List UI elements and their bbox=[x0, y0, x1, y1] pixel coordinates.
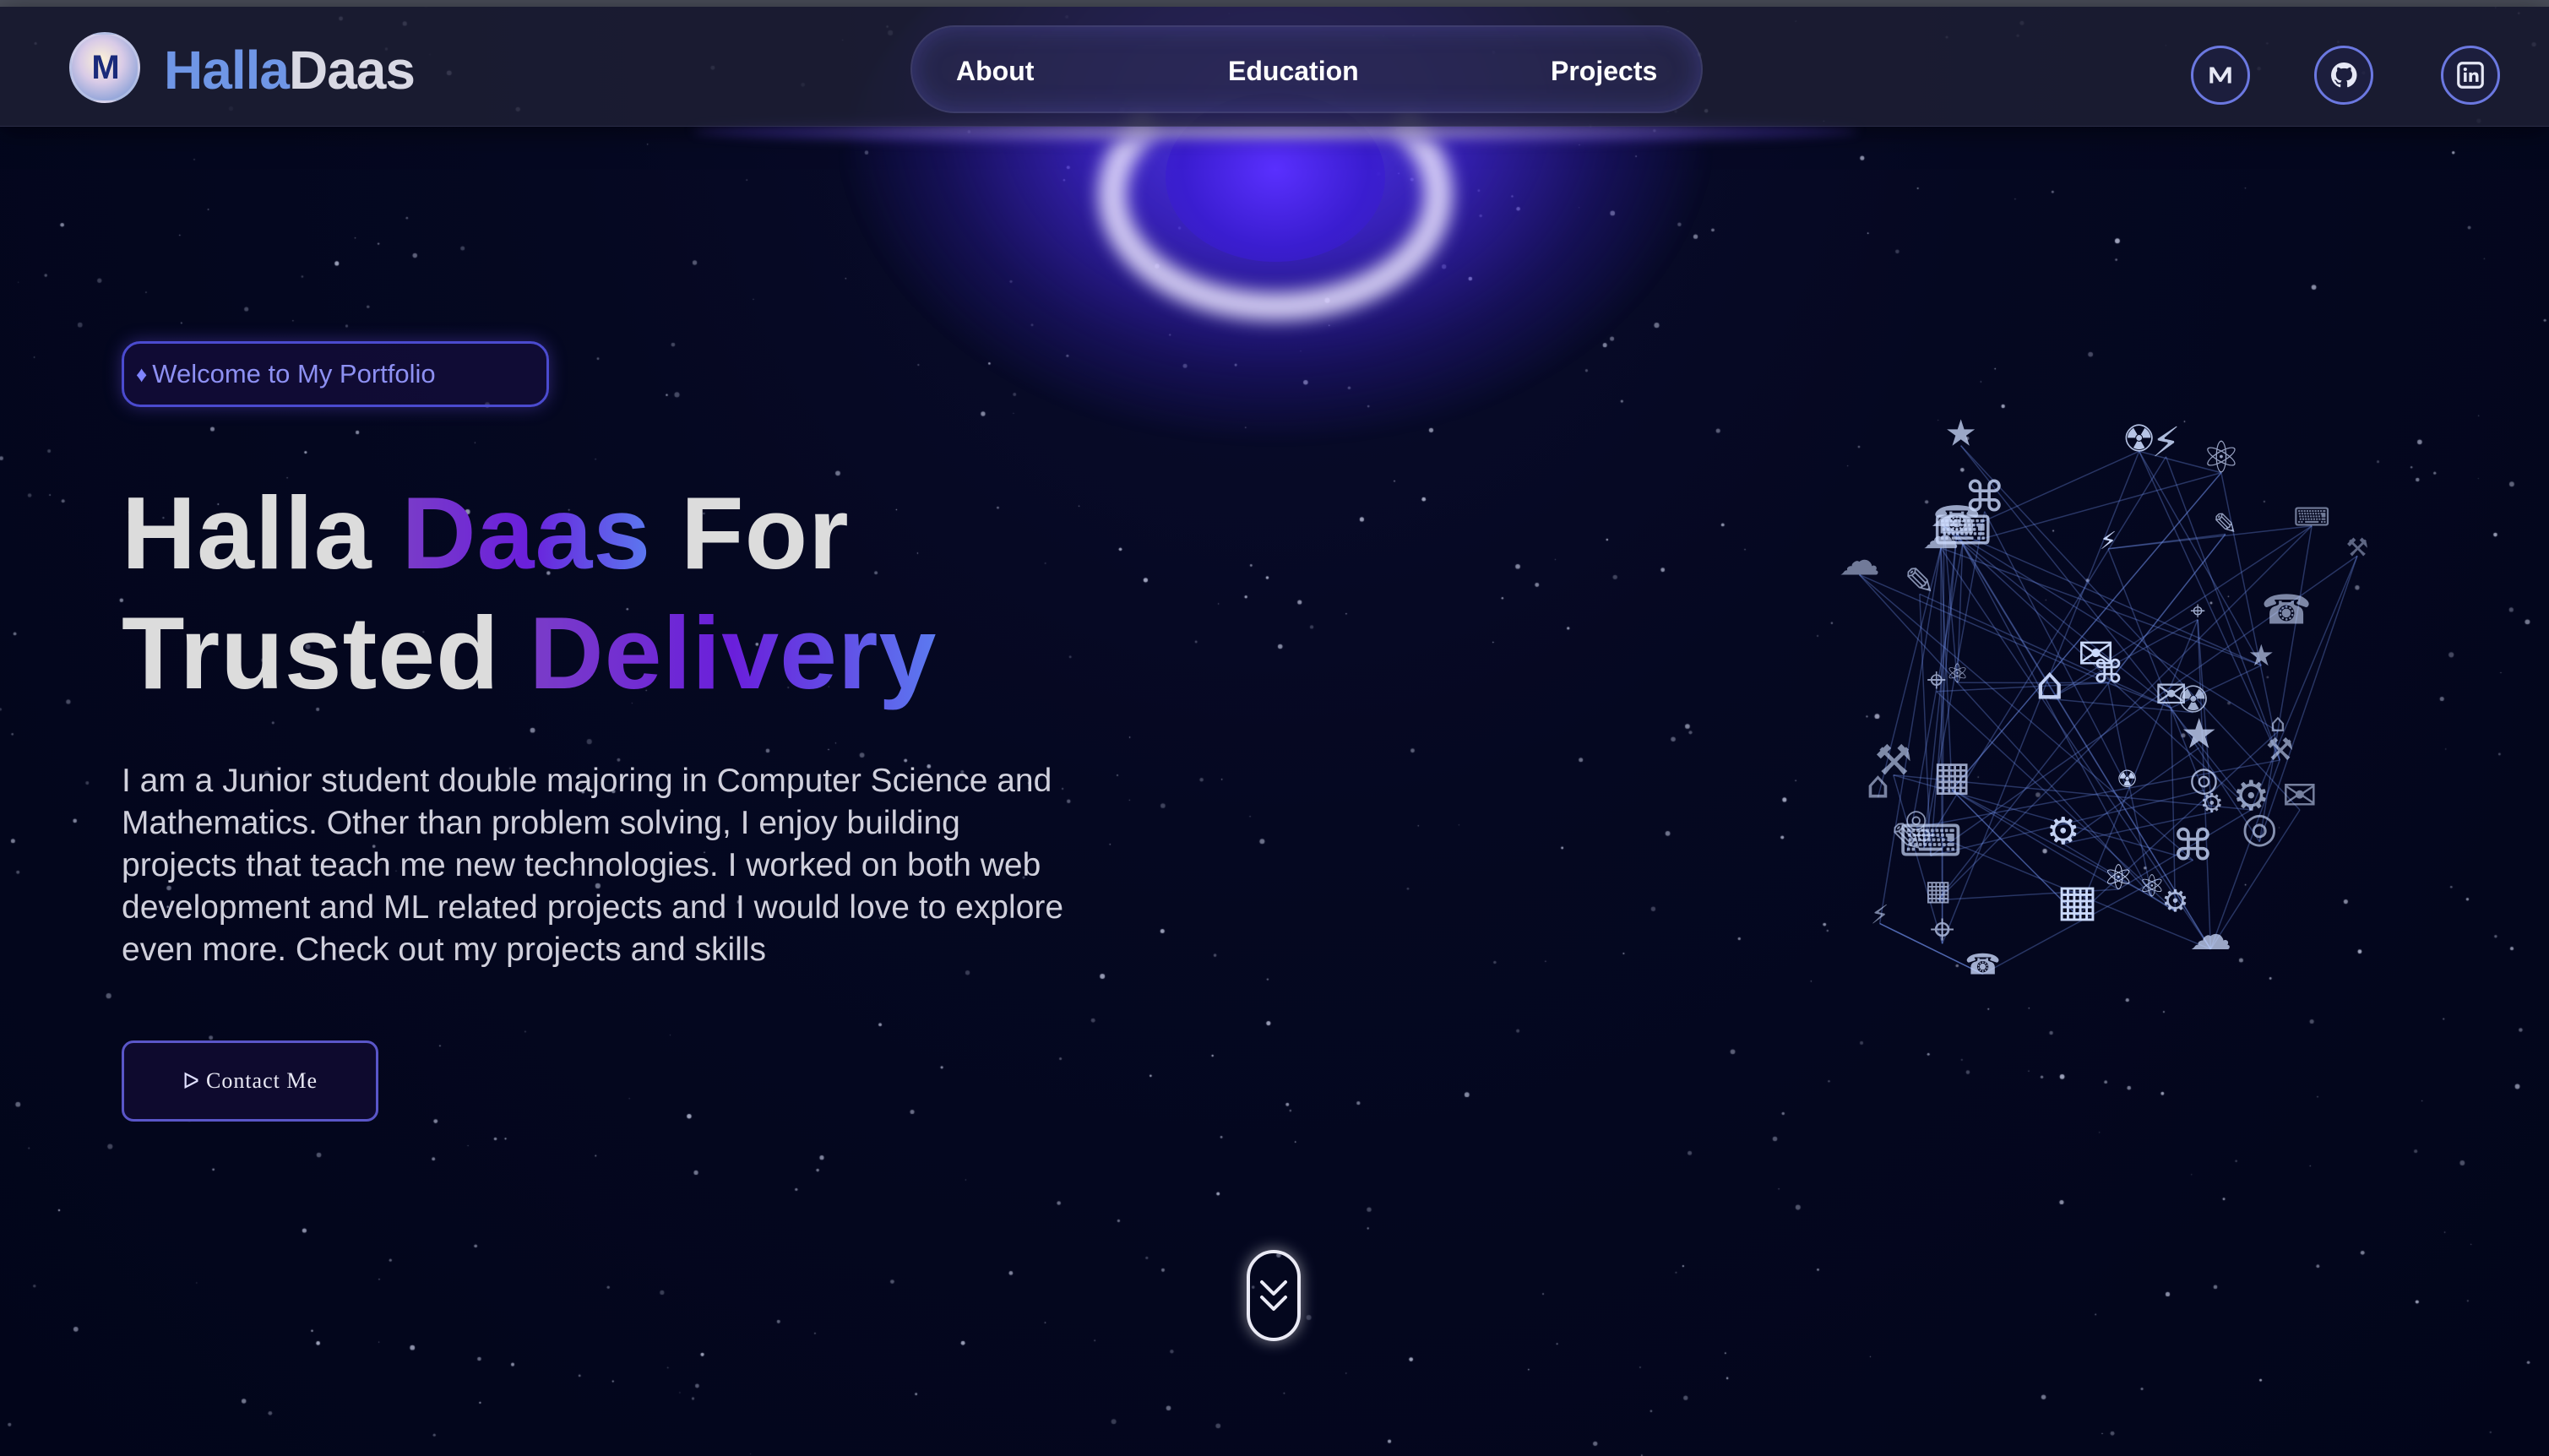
globe-tech-icon: ⚛ bbox=[2103, 857, 2134, 898]
brand-name[interactable]: HallaDaas bbox=[164, 39, 416, 101]
contact-label: Contact Me bbox=[205, 1068, 318, 1093]
globe-tech-icon: ▦ bbox=[1925, 874, 1951, 907]
send-icon: ᐅ bbox=[182, 1068, 199, 1094]
globe-link-line bbox=[2139, 450, 2262, 666]
globe-tech-icon: ☁ bbox=[2189, 910, 2231, 959]
globe-tech-icon: ▦ bbox=[2057, 876, 2098, 926]
globe-tech-icon: ⌨ bbox=[2293, 503, 2329, 533]
globe-tech-icon: ⌂ bbox=[2270, 709, 2285, 737]
globe-tech-icon: ⚙ bbox=[2161, 884, 2188, 919]
globe-tech-icon: ⌨ bbox=[1899, 816, 1962, 867]
globe-tech-icon: ⚙ bbox=[2232, 772, 2269, 820]
globe-tech-icon: ☎ bbox=[2261, 586, 2312, 633]
globe-tech-icon: ☢ bbox=[2117, 765, 2138, 793]
globe-tech-icon: ⌂ bbox=[1867, 763, 1890, 807]
globe-tech-icon: ⌖ bbox=[1930, 905, 1954, 954]
globe-tech-icon: ⚙ bbox=[2046, 810, 2079, 853]
hero-description: I am a Junior student double majoring in… bbox=[122, 763, 1064, 968]
nav-education[interactable]: Education bbox=[1228, 56, 1359, 87]
title-trusted: Trusted bbox=[122, 595, 530, 710]
navbar: M HallaDaas About Education Projects bbox=[0, 7, 2549, 127]
contact-me-button[interactable]: ᐅ Contact Me bbox=[122, 1040, 378, 1122]
scroll-down-button[interactable] bbox=[1247, 1250, 1301, 1341]
logo-icon[interactable]: M bbox=[69, 32, 140, 103]
globe-tech-icon: ★ bbox=[2248, 639, 2275, 673]
gem-icon: ♦ bbox=[136, 361, 148, 387]
title-for: For bbox=[651, 475, 850, 590]
globe-link-line bbox=[1960, 445, 2301, 811]
github-icon[interactable] bbox=[2314, 46, 2373, 105]
globe-tech-icon: ⌖ bbox=[1927, 661, 1946, 700]
globe-tech-icon: ✎ bbox=[1904, 560, 1935, 603]
globe-tech-icon: ⌨ bbox=[1933, 507, 1992, 554]
globe-tech-icon: ✉ bbox=[2282, 771, 2318, 820]
globe-tech-icon: ⚡ bbox=[2151, 419, 2180, 467]
globe-tech-icon: ⚒ bbox=[2346, 533, 2369, 562]
globe-tech-icon: ⌘ bbox=[2092, 654, 2124, 691]
globe-tech-icon: ◎ bbox=[2189, 760, 2219, 799]
globe-tech-icon: ⚡ bbox=[2100, 526, 2117, 555]
nav-projects[interactable]: Projects bbox=[1551, 56, 1657, 87]
brand-part-1: Halla bbox=[164, 40, 290, 101]
badge-label: Welcome to My Portfolio bbox=[152, 359, 436, 388]
globe-tech-icon: ⚡ bbox=[1871, 899, 1889, 930]
nav-menu: About Education Projects bbox=[910, 25, 1703, 113]
globe-tech-icon: ⚛ bbox=[1946, 659, 1970, 689]
page: M HallaDaas About Education Projects ♦ W… bbox=[0, 0, 2549, 1456]
tech-icon-globe: ☁⚙⚛⌖★⚒▦✉⌂☎⌘◎☢⚡✎⌨☁⚙⚛⌖★⚒▦✉⌂☎⌘◎☢⚡ ✎⌨☁⚙⚛⌖★⚒▦✉… bbox=[1839, 413, 2369, 982]
medium-icon[interactable] bbox=[2191, 46, 2250, 105]
hero-title: Halla Daas For Trusted Delivery bbox=[122, 473, 937, 713]
title-delivery: Delivery bbox=[529, 595, 938, 710]
globe-tech-icon: ★ bbox=[1944, 413, 1977, 455]
brand-part-2: Daas bbox=[288, 40, 416, 101]
welcome-badge: ♦ Welcome to My Portfolio bbox=[122, 341, 549, 407]
title-halla: Halla bbox=[122, 475, 402, 590]
globe-tech-icon: ▦ bbox=[1932, 752, 1970, 800]
title-daas: Daas bbox=[401, 475, 652, 590]
linkedin-icon[interactable] bbox=[2441, 46, 2500, 105]
chevrons-down-icon bbox=[1260, 1280, 1287, 1311]
globe-tech-icon: ⌘ bbox=[2171, 822, 2215, 872]
globe-tech-icon: ☁ bbox=[1839, 537, 1880, 585]
globe-tech-icon: ⚛ bbox=[2202, 433, 2242, 484]
globe-tech-icon: ⌂ bbox=[2035, 658, 2064, 709]
browser-top-strip bbox=[0, 0, 2549, 7]
globe-tech-icon: ✉ bbox=[2155, 671, 2188, 717]
globe-tech-icon: ⌖ bbox=[2190, 596, 2204, 627]
globe-tech-icon: ✎ bbox=[2213, 508, 2237, 542]
globe-link-line bbox=[1859, 573, 2109, 684]
globe-tech-icon: ☎ bbox=[1965, 948, 2000, 981]
nav-about[interactable]: About bbox=[956, 56, 1034, 87]
